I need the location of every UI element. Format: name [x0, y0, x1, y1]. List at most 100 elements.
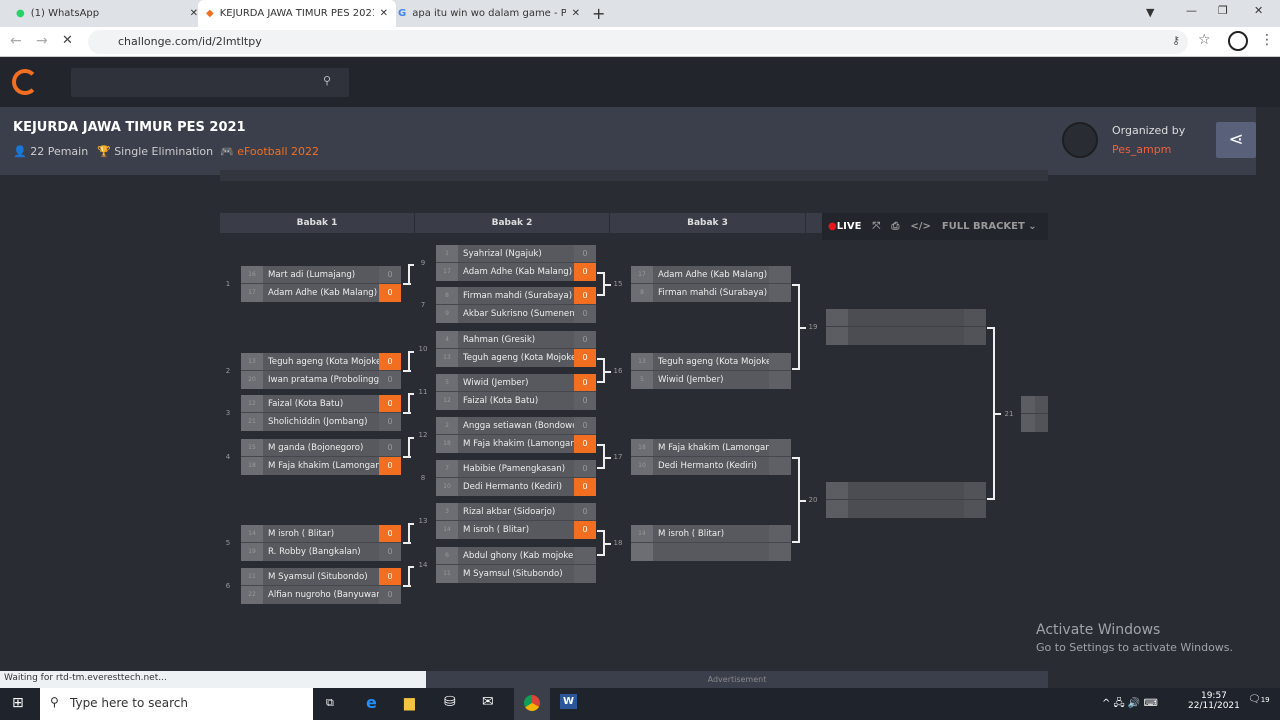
forward-icon[interactable]: → [36, 33, 48, 49]
url-field[interactable]: challonge.com/id/2lmtltpy [88, 30, 1188, 54]
store-icon[interactable]: ⛁ [444, 694, 456, 710]
taskbar-search[interactable]: ⚲ Type here to search [40, 688, 313, 720]
match-card[interactable]: 14 M isroh ( Blitar) 0 19 R. Robby (Bangkala… [241, 525, 401, 561]
participant-row[interactable]: 16 Mart adi (Lumajang) 0 [241, 266, 401, 284]
site-search-input[interactable]: ⚲ [71, 68, 349, 97]
match-card[interactable] [826, 309, 986, 345]
participant-row[interactable]: 10 Dedi Hermanto (Kediri) [631, 457, 791, 475]
embed-icon[interactable]: </> [910, 221, 930, 232]
new-tab-button[interactable]: + [592, 4, 605, 23]
tray-icons[interactable]: ^ 🖧 🔊 ⌨ [1102, 696, 1158, 713]
notifications-icon[interactable]: 🗨19 [1248, 694, 1270, 705]
participant-row[interactable]: 14 M isroh ( Blitar) 0 [436, 521, 596, 539]
participant-row[interactable]: 18 M Faja khakim (Lamongan) 0 [436, 435, 596, 453]
close-icon[interactable]: ✕ [190, 8, 198, 19]
participant-row[interactable]: 8 Firman mahdi (Surabaya) [631, 284, 791, 302]
participant-row[interactable]: 11 M Syamsul (Situbondo) 0 [241, 568, 401, 586]
search-icon[interactable]: ⚲ [323, 74, 331, 87]
back-icon[interactable]: ← [10, 33, 22, 49]
participant-row[interactable] [1021, 396, 1048, 414]
participant-row[interactable]: 5 Wiwid (Jember) 0 [436, 374, 596, 392]
participant-row[interactable]: 10 Dedi Hermanto (Kediri) 0 [436, 478, 596, 496]
share-button[interactable]: ⋖ [1216, 122, 1256, 158]
fullscreen-icon[interactable]: ⤧ [872, 221, 880, 232]
participant-row[interactable]: 13 Teguh ageng (Kota Mojokert [631, 353, 791, 371]
participant-row[interactable]: 12 Faizal (Kota Batu) 0 [241, 395, 401, 413]
key-icon[interactable]: ⚷ [1172, 34, 1180, 47]
print-icon[interactable]: ⎙ [891, 221, 899, 232]
match-card[interactable]: 17 Adam Adhe (Kab Malang) 8 Firman mahdi (S… [631, 266, 791, 302]
participant-row[interactable]: 14 M isroh ( Blitar) [631, 525, 791, 543]
clock[interactable]: 19:57 22/11/2021 [1188, 691, 1240, 711]
participant-row[interactable]: 13 Teguh ageng (Kota Mojokert 0 [241, 353, 401, 371]
mail-icon[interactable]: ✉ [482, 694, 494, 710]
participant-row[interactable]: 21 Sholichiddin (Jombang) 0 [241, 413, 401, 431]
match-card[interactable]: 1 Syahrizal (Ngajuk) 0 17 Adam Adhe (Kab Mal… [436, 245, 596, 281]
participant-row[interactable] [826, 482, 986, 500]
participant-row[interactable]: 18 M Faja khakim (Lamongan) [631, 439, 791, 457]
challonge-logo[interactable] [12, 69, 38, 95]
participant-row[interactable]: 17 Adam Adhe (Kab Malang) 0 [241, 284, 401, 302]
match-card[interactable]: 11 M Syamsul (Situbondo) 0 22 Alfian nugroho… [241, 568, 401, 604]
participant-row[interactable]: 15 M ganda (Bojonegoro) 0 [241, 439, 401, 457]
participant-row[interactable]: 18 M Faja khakim (Lamongan) 0 [241, 457, 401, 475]
stop-icon[interactable]: ✕ [62, 33, 73, 48]
match-card[interactable]: 13 Teguh ageng (Kota Mojokert 5 Wiwid (Jemb… [631, 353, 791, 389]
profile-dropdown-icon[interactable]: ▼ [1146, 6, 1154, 19]
match-card[interactable]: 2 Angga setiawan (Bondowos 0 18 M Faja khaki… [436, 417, 596, 453]
tab-google[interactable]: Gapa itu win wo dalam game - Pen ✕ [390, 0, 588, 27]
windows-start-icon[interactable]: ⊞ [12, 695, 24, 711]
close-icon[interactable]: ✕ [380, 8, 388, 19]
match-card[interactable]: 15 M ganda (Bojonegoro) 0 18 M Faja khakim (… [241, 439, 401, 475]
tab-whatsapp[interactable]: ● (1) WhatsApp ✕ [8, 0, 206, 27]
restore-button[interactable]: ❐ [1218, 4, 1228, 17]
match-card[interactable]: 8 Firman mahdi (Surabaya) 0 9 Akbar Sukrisno… [436, 287, 596, 323]
participant-row[interactable]: 17 Adam Adhe (Kab Malang) 0 [436, 263, 596, 281]
participant-row[interactable]: 22 Alfian nugroho (Banyuwang 0 [241, 586, 401, 604]
participant-row[interactable] [631, 543, 791, 561]
match-card[interactable]: 12 Faizal (Kota Batu) 0 21 Sholichiddin (Jom… [241, 395, 401, 431]
close-icon[interactable]: ✕ [572, 8, 580, 19]
match-card[interactable]: 18 M Faja khakim (Lamongan) 10 Dedi Hermant… [631, 439, 791, 475]
participant-row[interactable]: 12 Faizal (Kota Batu) 0 [436, 392, 596, 410]
participant-row[interactable]: 9 Akbar Sukrisno (Sumenenp) 0 [436, 305, 596, 323]
file-explorer-icon[interactable]: ▆ [404, 695, 415, 711]
participant-row[interactable] [826, 327, 986, 345]
match-card[interactable]: 7 Habibie (Pamengkasan) 0 10 Dedi Hermanto (… [436, 460, 596, 496]
match-card[interactable]: 14 M isroh ( Blitar) [631, 525, 791, 561]
participant-row[interactable]: 8 Firman mahdi (Surabaya) 0 [436, 287, 596, 305]
participant-row[interactable]: 5 Wiwid (Jember) [631, 371, 791, 389]
game-link[interactable]: eFootball 2022 [237, 145, 319, 158]
participant-row[interactable] [1021, 414, 1048, 432]
match-card[interactable]: 3 Rizal akbar (Sidoarjo) 0 14 M isroh ( Blit… [436, 503, 596, 539]
full-bracket-dropdown[interactable]: FULL BRACKET ⌄ [942, 221, 1037, 232]
match-card[interactable]: 6 Abdul ghony (Kab mojokert 11 M Syamsul (S… [436, 547, 596, 583]
minimize-button[interactable]: — [1186, 4, 1197, 17]
participant-row[interactable]: 13 Teguh ageng (Kota Mojokert 0 [436, 349, 596, 367]
participant-row[interactable]: 14 M isroh ( Blitar) 0 [241, 525, 401, 543]
match-card[interactable] [826, 482, 986, 518]
participant-row[interactable]: 2 Angga setiawan (Bondowos 0 [436, 417, 596, 435]
participant-row[interactable] [826, 500, 986, 518]
task-view-icon[interactable]: ⧉ [326, 696, 334, 710]
game[interactable]: 🎮 eFootball 2022 [220, 145, 319, 158]
edge-icon[interactable]: e [366, 693, 377, 712]
match-card[interactable] [1021, 396, 1048, 432]
participant-row[interactable]: 19 R. Robby (Bangkalan) 0 [241, 543, 401, 561]
participant-row[interactable]: 6 Abdul ghony (Kab mojokert [436, 547, 596, 565]
participant-row[interactable] [826, 309, 986, 327]
match-card[interactable]: 16 Mart adi (Lumajang) 0 17 Adam Adhe (Kab M… [241, 266, 401, 302]
close-window-button[interactable]: ✕ [1254, 4, 1263, 17]
star-icon[interactable]: ☆ [1198, 32, 1211, 48]
match-card[interactable]: 4 Rahman (Gresik) 0 13 Teguh ageng (Kota Moj… [436, 331, 596, 367]
live-button[interactable]: ●LIVE [828, 221, 861, 232]
participant-row[interactable]: 1 Syahrizal (Ngajuk) 0 [436, 245, 596, 263]
participant-row[interactable]: 7 Habibie (Pamengkasan) 0 [436, 460, 596, 478]
participant-row[interactable]: 3 Rizal akbar (Sidoarjo) 0 [436, 503, 596, 521]
participant-row[interactable]: 17 Adam Adhe (Kab Malang) [631, 266, 791, 284]
organizer-link[interactable]: Pes_ampm [1112, 143, 1171, 156]
match-card[interactable]: 13 Teguh ageng (Kota Mojokert 0 20 Iwan prat… [241, 353, 401, 389]
tab-challonge[interactable]: ◆ KEJURDA JAWA TIMUR PES 2021 ✕ [198, 0, 396, 27]
avatar[interactable] [1228, 31, 1248, 51]
participant-row[interactable]: 4 Rahman (Gresik) 0 [436, 331, 596, 349]
